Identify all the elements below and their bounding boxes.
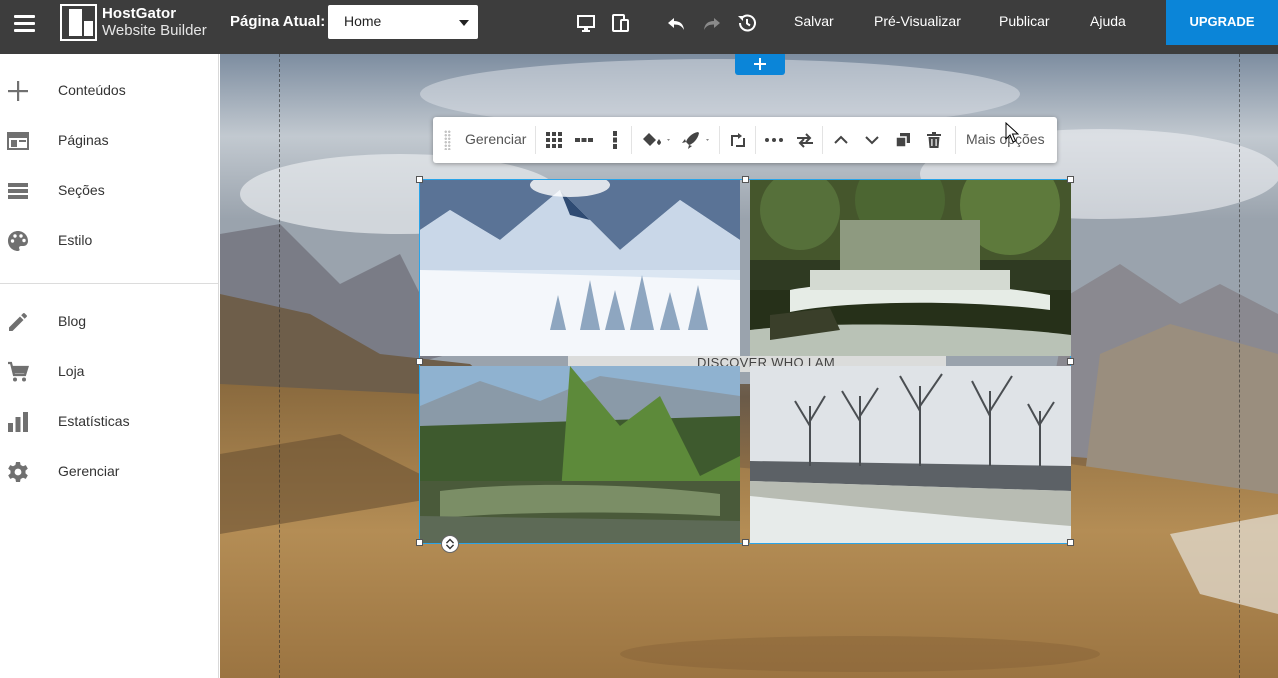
logo-product: Website Builder <box>102 22 207 39</box>
toolbar-separator <box>535 126 536 154</box>
element-toolbar: Gerenciar Mais opções <box>433 117 1057 163</box>
row-layout-icon[interactable] <box>572 128 596 152</box>
current-page-select[interactable]: Home <box>328 5 478 39</box>
image-gallery[interactable] <box>416 176 1074 546</box>
mobile-view-icon[interactable] <box>609 11 633 35</box>
height-resize-knob[interactable] <box>441 535 459 553</box>
menu-icon[interactable] <box>12 12 38 38</box>
swap-icon[interactable] <box>793 128 817 152</box>
gallery-image-forest-lake[interactable] <box>420 366 740 543</box>
resize-handle[interactable] <box>1067 176 1074 183</box>
sidebar-item-label: Estatísticas <box>58 413 130 429</box>
toolbar-separator <box>631 126 632 154</box>
gear-icon <box>8 462 28 482</box>
gallery-image-winter-road[interactable] <box>750 366 1071 543</box>
sidebar-item-label: Seções <box>58 182 105 198</box>
resize-handle[interactable] <box>1067 539 1074 546</box>
sidebar-item-pages[interactable]: Páginas <box>0 119 218 163</box>
editor-canvas[interactable]: DISCOVER WHO I AM Gerenciar Mais opções <box>220 54 1278 678</box>
toolbar-separator <box>755 126 756 154</box>
chevron-down-icon <box>459 20 469 26</box>
plus-icon <box>8 81 28 101</box>
sidebar-item-store[interactable]: Loja <box>0 350 218 394</box>
chevron-down-icon[interactable] <box>860 128 884 152</box>
upgrade-button[interactable]: UPGRADE <box>1166 0 1278 45</box>
drag-handle[interactable] <box>444 130 451 150</box>
sidebar-item-contents[interactable]: Conteúdos <box>0 69 218 113</box>
preview-button[interactable]: Pré-Visualizar <box>874 13 961 29</box>
redo-icon[interactable] <box>699 11 723 35</box>
current-page-value: Home <box>344 13 382 29</box>
logo-brand: HostGator <box>102 5 177 22</box>
undo-icon[interactable] <box>665 11 689 35</box>
animation-rocket-icon[interactable] <box>678 128 712 152</box>
resize-handle[interactable] <box>742 539 749 546</box>
paint-bucket-icon[interactable] <box>639 128 673 152</box>
more-horizontal-icon[interactable] <box>762 128 786 152</box>
right-guide-line <box>1239 54 1240 678</box>
chevron-up-icon[interactable] <box>829 128 853 152</box>
resize-handle[interactable] <box>1067 358 1074 365</box>
toolbar-separator <box>822 126 823 154</box>
sidebar-item-label: Conteúdos <box>58 82 126 98</box>
current-page-label: Página Atual: <box>230 13 326 30</box>
sidebar-item-label: Loja <box>58 363 85 379</box>
top-bar: HostGator Website Builder Página Atual: … <box>0 0 1278 54</box>
sidebar-item-label: Estilo <box>58 232 93 248</box>
sidebar-item-label: Páginas <box>58 132 109 148</box>
pencil-icon <box>9 313 27 331</box>
gallery-image-waterfall[interactable] <box>750 180 1071 356</box>
pages-icon <box>7 132 29 150</box>
add-section-button[interactable] <box>735 54 785 75</box>
help-button[interactable]: Ajuda <box>1090 13 1126 29</box>
sidebar: Conteúdos Páginas Seções Estilo Blog Loj… <box>0 54 219 678</box>
toolbar-separator <box>719 126 720 154</box>
sidebar-item-sections[interactable]: Seções <box>0 169 218 213</box>
resize-handle[interactable] <box>742 176 749 183</box>
sidebar-item-statistics[interactable]: Estatísticas <box>0 400 218 444</box>
column-layout-icon[interactable] <box>603 128 627 152</box>
cart-icon <box>8 361 29 382</box>
toolbar-separator <box>955 126 956 154</box>
resize-handle[interactable] <box>416 358 423 365</box>
bar-chart-icon <box>8 412 28 432</box>
sidebar-item-blog[interactable]: Blog <box>0 300 218 344</box>
left-guide-line <box>279 54 280 678</box>
sidebar-item-label: Blog <box>58 313 87 329</box>
logo-mark <box>60 4 97 41</box>
crop-refresh-icon[interactable] <box>726 128 750 152</box>
duplicate-icon[interactable] <box>891 128 915 152</box>
publish-button[interactable]: Publicar <box>999 13 1050 29</box>
save-button[interactable]: Salvar <box>794 13 834 29</box>
mouse-cursor-icon <box>1005 122 1019 143</box>
desktop-view-icon[interactable] <box>575 11 599 35</box>
resize-handle[interactable] <box>416 539 423 546</box>
manage-gallery-button[interactable]: Gerenciar <box>465 131 526 147</box>
grid-layout-icon[interactable] <box>542 128 566 152</box>
gallery-image-snow-mountains[interactable] <box>420 180 740 356</box>
sections-icon <box>8 183 28 199</box>
palette-icon <box>8 231 28 251</box>
sidebar-item-style[interactable]: Estilo <box>0 219 218 263</box>
sidebar-divider <box>0 283 218 284</box>
resize-handle[interactable] <box>416 176 423 183</box>
sidebar-item-manage[interactable]: Gerenciar <box>0 450 218 494</box>
sidebar-item-label: Gerenciar <box>58 463 120 479</box>
trash-icon[interactable] <box>922 128 946 152</box>
history-icon[interactable] <box>735 11 759 35</box>
logo: HostGator Website Builder <box>60 4 220 42</box>
